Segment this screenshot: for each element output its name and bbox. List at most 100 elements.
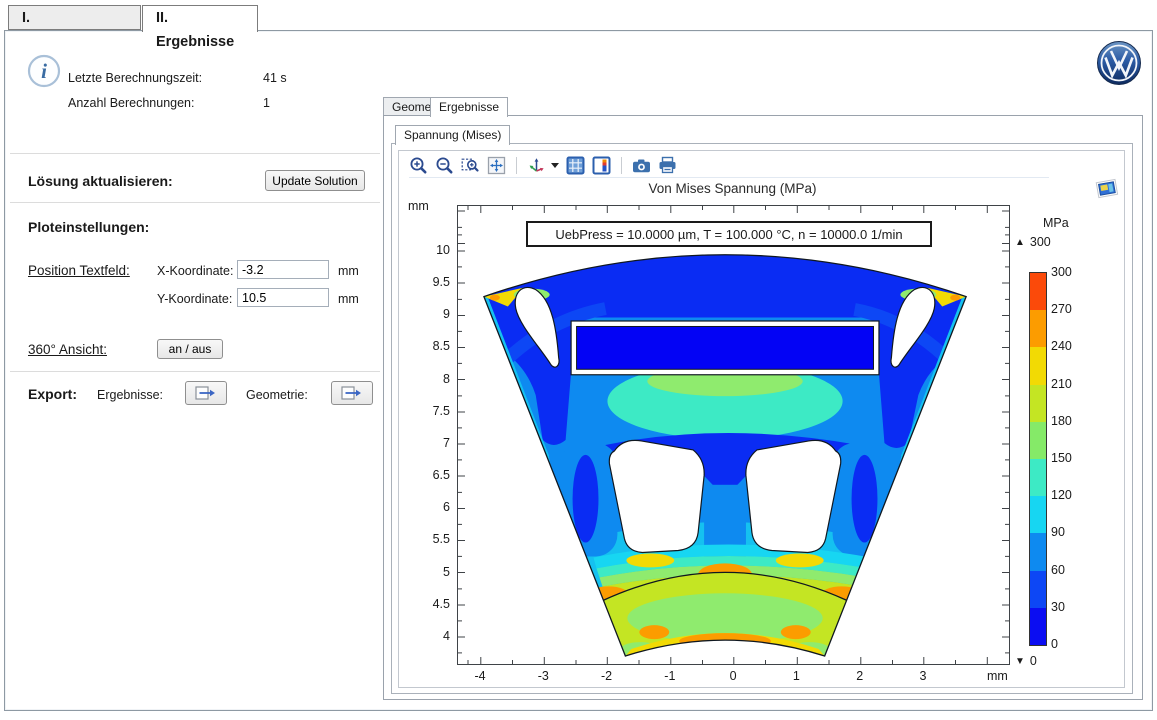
grid-toggle-icon[interactable] bbox=[566, 156, 585, 175]
divider bbox=[10, 371, 380, 372]
vw-logo bbox=[1096, 40, 1142, 86]
zoom-out-icon[interactable] bbox=[435, 156, 454, 175]
y-coordinate-input[interactable] bbox=[237, 288, 329, 307]
colorbar-band bbox=[1030, 608, 1046, 645]
x-tick-label: 2 bbox=[840, 669, 880, 685]
plot-tab-spannung-mises[interactable]: Spannung (Mises) bbox=[395, 125, 510, 145]
x-tick-label: -2 bbox=[587, 669, 627, 685]
update-solution-button[interactable]: Update Solution bbox=[265, 170, 365, 191]
y-tick-label: 7 bbox=[410, 435, 450, 451]
y-axis-minor-ticks-right bbox=[1005, 206, 1009, 664]
plot-thumbnail-icon[interactable] bbox=[1094, 177, 1120, 199]
colorbar-band bbox=[1030, 496, 1046, 533]
zoom-in-icon[interactable] bbox=[409, 156, 428, 175]
export-icon bbox=[195, 385, 217, 401]
toolbar-separator bbox=[516, 157, 517, 174]
colorbar-max-marker: ▲ 300 bbox=[1015, 235, 1051, 249]
x-tick-label: -4 bbox=[460, 669, 500, 685]
y-tick-label: 9.5 bbox=[410, 274, 450, 290]
toolbar-separator bbox=[621, 157, 622, 174]
zoom-extents-icon[interactable] bbox=[487, 156, 506, 175]
colorbar-tick-label: 180 bbox=[1051, 413, 1085, 429]
colorbar-min-value: 0 bbox=[1030, 654, 1037, 668]
colorbar-tick-label: 300 bbox=[1051, 264, 1085, 280]
x-axis-minor-ticks-top bbox=[458, 206, 1009, 210]
results-tab-ergebnisse[interactable]: Ergebnisse bbox=[430, 97, 508, 117]
plot-title: Von Mises Spannung (MPa) bbox=[457, 181, 1008, 196]
x-coordinate-input[interactable] bbox=[237, 260, 329, 279]
snapshot-camera-icon[interactable] bbox=[632, 156, 651, 175]
export-geometry-label: Geometrie: bbox=[246, 388, 308, 402]
view-orientation-icon[interactable] bbox=[527, 156, 546, 175]
update-solution-label: Lösung aktualisieren: bbox=[28, 173, 173, 189]
y-axis-minor-ticks bbox=[458, 206, 462, 664]
x-tick-label: -3 bbox=[523, 669, 563, 685]
colorbar-tick-label: 240 bbox=[1051, 338, 1085, 354]
computation-count-label: Anzahl Berechnungen: bbox=[68, 96, 194, 110]
y-coordinate-unit: mm bbox=[338, 292, 359, 306]
y-axis-unit-label: mm bbox=[408, 199, 429, 213]
svg-text:i: i bbox=[41, 59, 47, 83]
y-tick-label: 8.5 bbox=[410, 338, 450, 354]
view-orientation-dropdown-icon[interactable] bbox=[551, 163, 559, 168]
colorbar-band bbox=[1030, 422, 1046, 459]
colorbar-tick-label: 60 bbox=[1051, 562, 1085, 578]
colorbar-tick-label: 120 bbox=[1051, 487, 1085, 503]
x-axis-tick-labels: -4 -3 -2 -1 0 1 2 3 bbox=[460, 669, 943, 685]
y-tick-label: 6.5 bbox=[410, 467, 450, 483]
graphics-canvas[interactable]: Von Mises Spannung (MPa) bbox=[399, 151, 1124, 687]
colorbar-tick-label: 270 bbox=[1051, 301, 1085, 317]
colorbar bbox=[1029, 272, 1047, 646]
colorbar-tick-label: 0 bbox=[1051, 636, 1085, 652]
colorbar-band bbox=[1030, 571, 1046, 608]
textfield-position-label: Position Textfeld: bbox=[28, 263, 130, 278]
x-coordinate-label: X-Koordinate: bbox=[157, 264, 233, 278]
colorbar-max-value: 300 bbox=[1030, 235, 1051, 249]
y-coordinate-label: Y-Koordinate: bbox=[157, 292, 232, 306]
y-tick-label: 10 bbox=[410, 242, 450, 258]
info-icon: i bbox=[27, 54, 61, 88]
y-axis-tick-labels: 109.598.587.576.565.554.54 bbox=[410, 242, 450, 644]
colorbar-tick-label: 210 bbox=[1051, 376, 1085, 392]
export-results-label: Ergebnisse: bbox=[97, 388, 163, 402]
view360-toggle-button[interactable]: an / aus bbox=[157, 339, 223, 359]
plot-settings-heading: Ploteinstellungen: bbox=[28, 219, 149, 235]
x-tick-label: 1 bbox=[776, 669, 816, 685]
x-axis-unit-label: mm bbox=[987, 669, 1008, 683]
colorbar-min-marker: ▼ 0 bbox=[1015, 654, 1037, 668]
tab-ergebnisse[interactable]: II. Ergebnisse bbox=[142, 5, 258, 32]
y-tick-label: 7.5 bbox=[410, 403, 450, 419]
y-tick-label: 4.5 bbox=[410, 596, 450, 612]
parameter-annotation-box: UebPress = 10.0000 µm, T = 100.000 °C, n… bbox=[526, 221, 932, 247]
x-tick-label: -1 bbox=[650, 669, 690, 685]
app-window: I. Modellaufbau II. Ergebnisse i Letzte … bbox=[0, 0, 1157, 720]
colorbar-band bbox=[1030, 459, 1046, 496]
export-label: Export: bbox=[28, 386, 77, 402]
zoom-to-selection-icon[interactable] bbox=[461, 156, 480, 175]
y-tick-label: 4 bbox=[410, 628, 450, 644]
plot-area[interactable]: UebPress = 10.0000 µm, T = 100.000 °C, n… bbox=[457, 205, 1010, 665]
colorbar-band bbox=[1030, 385, 1046, 422]
export-results-button[interactable] bbox=[185, 381, 227, 405]
y-tick-label: 9 bbox=[410, 306, 450, 322]
view360-label: 360° Ansicht: bbox=[28, 342, 107, 357]
x-tick-label: 0 bbox=[713, 669, 753, 685]
divider bbox=[10, 153, 380, 154]
color-legend-toggle-icon[interactable] bbox=[592, 156, 611, 175]
export-geometry-button[interactable] bbox=[331, 381, 373, 405]
y-tick-label: 5.5 bbox=[410, 531, 450, 547]
colorbar-band bbox=[1030, 273, 1046, 310]
colorbar-unit-label: MPa bbox=[1043, 216, 1069, 230]
colorbar-band bbox=[1030, 533, 1046, 570]
plot-toolbar bbox=[409, 154, 1049, 178]
computation-count-value: 1 bbox=[263, 96, 270, 110]
y-tick-label: 8 bbox=[410, 371, 450, 387]
colorbar-band bbox=[1030, 347, 1046, 384]
tab-modellaufbau[interactable]: I. Modellaufbau bbox=[8, 5, 141, 30]
print-icon[interactable] bbox=[658, 156, 677, 175]
export-icon bbox=[341, 385, 363, 401]
x-axis-minor-ticks bbox=[458, 660, 1009, 664]
divider bbox=[10, 202, 380, 203]
x-tick-label: 3 bbox=[903, 669, 943, 685]
last-computation-value: 41 s bbox=[263, 71, 287, 85]
